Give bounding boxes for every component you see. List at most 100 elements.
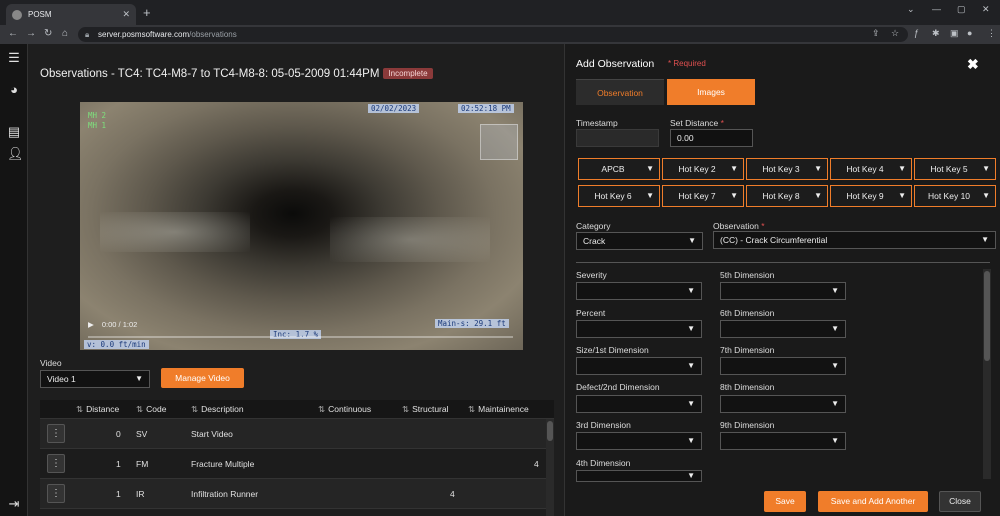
col-description[interactable]: ⇅ Description [191, 404, 244, 415]
col-code[interactable]: ⇅ Code [136, 404, 166, 415]
minimize-icon[interactable]: — [932, 4, 941, 14]
new-tab-icon[interactable]: + [143, 5, 151, 20]
hotkey-label: APCB [601, 164, 625, 174]
palette-icon[interactable]: ◕ [7, 82, 21, 97]
hotkey-label: Hot Key 2 [678, 164, 716, 174]
share-icon[interactable]: ⇪ [872, 28, 880, 39]
close-window-icon[interactable]: ✕ [982, 4, 990, 15]
table-scrollbar[interactable] [546, 419, 554, 516]
table-row[interactable]: ⋮ 1 IR Infiltration Runner 4 [40, 479, 546, 509]
browser-tab[interactable]: POSM ✕ [6, 4, 136, 25]
panel-scrollbar-thumb[interactable] [984, 271, 990, 361]
col-structural-label: Structural [412, 404, 449, 414]
play-icon[interactable]: ▶ [88, 320, 94, 329]
save-and-add-another-button[interactable]: Save and Add Another [818, 491, 928, 512]
save-button[interactable]: Save [764, 491, 806, 512]
col-maintenance[interactable]: ⇅ Maintainence [468, 404, 529, 415]
sidepanel-icon[interactable]: ▣ [950, 28, 959, 39]
col-structural[interactable]: ⇅ Structural [402, 404, 449, 415]
col-continuous[interactable]: ⇅ Continuous [318, 404, 371, 415]
timestamp-input[interactable] [576, 129, 659, 147]
extensions-icon[interactable]: ✱ [932, 28, 940, 39]
url-field[interactable]: 🔒︎ server.posmsoftware.com/observations [78, 27, 908, 42]
video-player[interactable]: MH 2 MH 1 02/02/2023 02:52:18 PM Main-s:… [80, 102, 523, 350]
video-label: Video [40, 358, 62, 368]
cell-code: FM [136, 459, 149, 469]
menu-dots-icon[interactable]: ⋮ [987, 28, 996, 39]
table-scrollbar-thumb[interactable] [547, 421, 553, 441]
table-row[interactable]: ⋮ 0 SV Start Video [40, 419, 546, 449]
percent-select[interactable]: ▼ [576, 320, 702, 338]
close-button[interactable]: Close [939, 491, 981, 512]
category-select[interactable]: Crack ▼ [576, 232, 703, 250]
forward-icon[interactable]: → [26, 28, 36, 39]
url-path: /observations [189, 30, 237, 39]
manage-video-button[interactable]: Manage Video [161, 368, 244, 388]
video-select[interactable]: Video 1 ▼ [40, 370, 150, 388]
set-distance-input[interactable]: 0.00 [670, 129, 753, 147]
9th-dimension-select[interactable]: ▼ [720, 432, 846, 450]
4th-dimension-select[interactable]: ▼ [576, 470, 702, 482]
hotkey-8[interactable]: Hot Key 8 ▼ [746, 185, 828, 207]
caret-down-icon: ▼ [831, 286, 839, 295]
8th-dimension-select[interactable]: ▼ [720, 395, 846, 413]
sort-icon: ⇅ [402, 404, 410, 414]
video-progress-bar[interactable] [88, 336, 513, 338]
size-1st-dimension-select[interactable]: ▼ [576, 357, 702, 375]
panel-scrollbar[interactable] [983, 269, 991, 479]
row-menu-icon[interactable]: ⋮ [47, 424, 65, 443]
close-tab-icon[interactable]: ✕ [122, 9, 130, 20]
hotkey-9[interactable]: Hot Key 9 ▼ [830, 185, 912, 207]
5th-dimension-label: 5th Dimension [720, 270, 775, 280]
add-observation-panel: Add Observation * Required ✖ Observation… [564, 44, 1000, 516]
back-icon[interactable]: ← [8, 28, 18, 39]
caret-down-icon: ▼ [687, 286, 695, 295]
row-menu-icon[interactable]: ⋮ [47, 484, 65, 503]
hotkey-apcb[interactable]: APCB ▼ [578, 158, 660, 180]
table-header: ⇅ Distance ⇅ Code ⇅ Description ⇅ Continuous… [40, 400, 554, 419]
tab-images[interactable]: Images [667, 79, 755, 105]
caret-down-icon: ▼ [646, 191, 654, 200]
reload-icon[interactable]: ↻ [44, 28, 52, 39]
hamburger-menu-icon[interactable]: ☰ [7, 50, 21, 66]
hotkey-10[interactable]: Hot Key 10 ▼ [914, 185, 996, 207]
observations-table: ⇅ Distance ⇅ Code ⇅ Description ⇅ Continuous… [40, 400, 554, 516]
overlay-mh-bottom: MH 1 [88, 121, 107, 130]
profile-avatar-icon[interactable]: ● [967, 28, 972, 38]
row-menu-icon[interactable]: ⋮ [47, 454, 65, 473]
defect-2nd-dimension-select[interactable]: ▼ [576, 395, 702, 413]
hotkey-3[interactable]: Hot Key 3 ▼ [746, 158, 828, 180]
3rd-dimension-select[interactable]: ▼ [576, 432, 702, 450]
hotkey-label: Hot Key 6 [594, 191, 632, 201]
cell-description: Start Video [191, 429, 233, 439]
bookmark-star-icon[interactable]: ☆ [891, 28, 899, 39]
maximize-icon[interactable]: ▢ [957, 4, 966, 15]
5th-dimension-select[interactable]: ▼ [720, 282, 846, 300]
logout-icon[interactable]: ⇥ [7, 496, 21, 512]
home-icon[interactable]: ⌂ [62, 28, 68, 39]
user-icon[interactable]: 👤︎ [7, 146, 24, 162]
caret-down-icon: ▼ [898, 164, 906, 173]
table-row[interactable]: ⋮ 1 FM Fracture Multiple 4 [40, 449, 546, 479]
tab-observation[interactable]: Observation [576, 79, 664, 105]
chevron-down-icon[interactable]: ⌄ [907, 4, 915, 15]
col-distance[interactable]: ⇅ Distance [76, 404, 119, 415]
function-icon[interactable]: ƒ [914, 28, 919, 38]
7th-dimension-label: 7th Dimension [720, 345, 775, 355]
hotkey-5[interactable]: Hot Key 5 ▼ [914, 158, 996, 180]
col-continuous-label: Continuous [328, 404, 372, 414]
hotkey-7[interactable]: Hot Key 7 ▼ [662, 185, 744, 207]
hotkey-4[interactable]: Hot Key 4 ▼ [830, 158, 912, 180]
severity-select[interactable]: ▼ [576, 282, 702, 300]
6th-dimension-select[interactable]: ▼ [720, 320, 846, 338]
hotkey-6[interactable]: Hot Key 6 ▼ [578, 185, 660, 207]
close-icon[interactable]: ✖ [967, 56, 979, 73]
status-badge: Incomplete [383, 68, 433, 79]
cell-distance: 1 [116, 489, 121, 499]
hotkey-2[interactable]: Hot Key 2 ▼ [662, 158, 744, 180]
overlay-main-s-value: 29.1 ft [474, 319, 506, 328]
document-icon[interactable]: ▤ [7, 124, 21, 140]
col-maintenance-label: Maintainence [478, 404, 529, 414]
observation-select[interactable]: (CC) - Crack Circumferential ▼ [713, 231, 996, 249]
7th-dimension-select[interactable]: ▼ [720, 357, 846, 375]
